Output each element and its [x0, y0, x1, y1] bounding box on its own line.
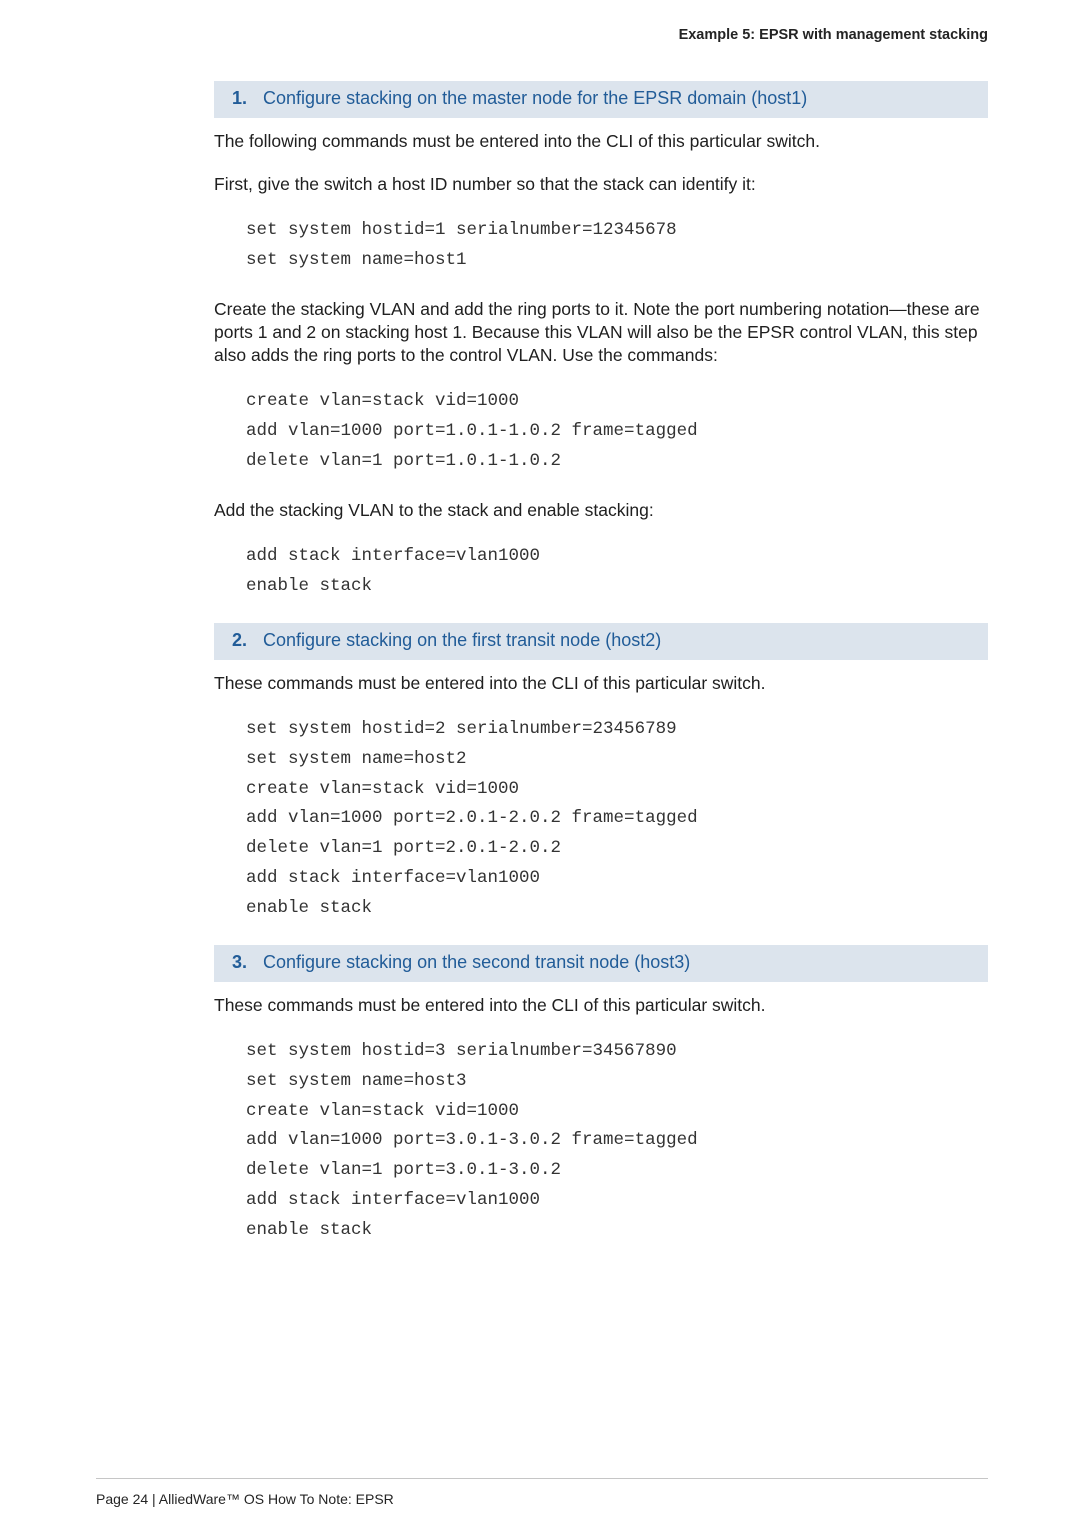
- code-line: set system name=host1: [246, 246, 988, 276]
- content-area: 1. Configure stacking on the master node …: [96, 81, 988, 1245]
- code-line: add stack interface=vlan1000: [246, 864, 988, 894]
- code-block: set system hostid=1 serialnumber=1234567…: [246, 216, 988, 276]
- page: Example 5: EPSR with management stacking…: [0, 0, 1080, 1527]
- step-number: 2.: [232, 630, 247, 650]
- paragraph: These commands must be entered into the …: [214, 672, 988, 695]
- code-line: set system name=host2: [246, 745, 988, 775]
- code-line: create vlan=stack vid=1000: [246, 387, 988, 417]
- paragraph: First, give the switch a host ID number …: [214, 173, 988, 196]
- code-block: set system hostid=3 serialnumber=3456789…: [246, 1037, 988, 1245]
- code-line: delete vlan=1 port=3.0.1-3.0.2: [246, 1156, 988, 1186]
- step-heading-1: 1. Configure stacking on the master node …: [214, 81, 988, 118]
- step-heading-2: 2. Configure stacking on the first transi…: [214, 623, 988, 660]
- code-line: set system hostid=1 serialnumber=1234567…: [246, 216, 988, 246]
- code-line: create vlan=stack vid=1000: [246, 1097, 988, 1127]
- paragraph: Add the stacking VLAN to the stack and e…: [214, 499, 988, 522]
- code-line: set system name=host3: [246, 1067, 988, 1097]
- step-number: 1.: [232, 88, 247, 108]
- code-line: add vlan=1000 port=2.0.1-2.0.2 frame=tag…: [246, 804, 988, 834]
- code-line: add vlan=1000 port=3.0.1-3.0.2 frame=tag…: [246, 1126, 988, 1156]
- step-title: Configure stacking on the second transit…: [263, 952, 690, 972]
- page-footer: Page 24 | AlliedWare™ OS How To Note: EP…: [96, 1491, 394, 1507]
- code-block: add stack interface=vlan1000 enable stac…: [246, 542, 988, 602]
- code-line: delete vlan=1 port=1.0.1-1.0.2: [246, 447, 988, 477]
- paragraph: Create the stacking VLAN and add the rin…: [214, 298, 988, 368]
- step-heading-3: 3. Configure stacking on the second trans…: [214, 945, 988, 982]
- code-block: create vlan=stack vid=1000 add vlan=1000…: [246, 387, 988, 476]
- code-block: set system hostid=2 serialnumber=2345678…: [246, 715, 988, 923]
- step-number: 3.: [232, 952, 247, 972]
- code-line: enable stack: [246, 1216, 988, 1246]
- running-head: Example 5: EPSR with management stacking: [96, 27, 988, 43]
- code-line: add stack interface=vlan1000: [246, 1186, 988, 1216]
- code-line: create vlan=stack vid=1000: [246, 775, 988, 805]
- step-title: Configure stacking on the first transit …: [263, 630, 661, 650]
- code-line: set system hostid=2 serialnumber=2345678…: [246, 715, 988, 745]
- code-line: add vlan=1000 port=1.0.1-1.0.2 frame=tag…: [246, 417, 988, 447]
- paragraph: The following commands must be entered i…: [214, 130, 988, 153]
- code-line: delete vlan=1 port=2.0.1-2.0.2: [246, 834, 988, 864]
- code-line: enable stack: [246, 894, 988, 924]
- footer-rule: [96, 1478, 988, 1479]
- step-title: Configure stacking on the master node fo…: [263, 88, 807, 108]
- code-line: add stack interface=vlan1000: [246, 542, 988, 572]
- paragraph: These commands must be entered into the …: [214, 994, 988, 1017]
- code-line: set system hostid=3 serialnumber=3456789…: [246, 1037, 988, 1067]
- code-line: enable stack: [246, 572, 988, 602]
